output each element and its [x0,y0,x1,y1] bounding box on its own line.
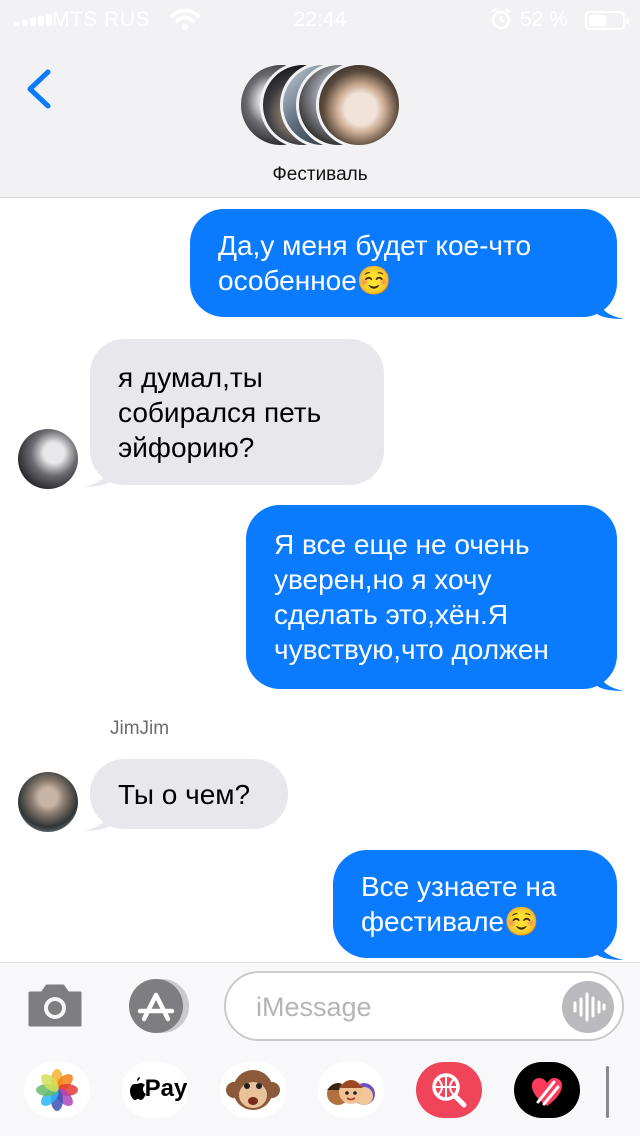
app-drawer: Pay [0,1048,640,1136]
sender-name: JimJim [110,718,170,739]
message-text-line: Все узнаете на [361,871,557,902]
camera-icon[interactable] [26,981,84,1029]
battery-icon [585,11,629,30]
digital-touch-heart-icon[interactable] [514,1062,580,1118]
app-store-icon[interactable] [124,977,192,1035]
incoming-message-bubble[interactable]: я думал,ты собирался петь эйфорию? [83,339,384,487]
memoji-stickers-icon[interactable] [318,1062,384,1118]
conversation-header: MTS RUS 22:44 52 % Фестиваль [0,0,640,198]
bubble-tail [596,930,624,960]
drawer-divider [606,1066,609,1118]
apple-pay-label: Pay [144,1075,188,1102]
bubble-tail [596,289,624,319]
monkey-animoji-icon[interactable] [220,1062,286,1118]
group-avatar-stack[interactable] [238,62,402,148]
group-member-avatar [316,62,402,148]
message-input[interactable] [256,987,546,1027]
message-text-line: Ты о чем? [118,778,251,810]
apple-pay-icon[interactable]: Pay [122,1062,188,1118]
sender-avatar[interactable] [18,429,78,489]
sender-avatar[interactable] [18,772,78,832]
message-text-line: собирался петь [118,396,322,428]
web-search-icon[interactable] [416,1062,482,1118]
message-list[interactable]: Да,у меня будет кое-что особенное☺️ я ду… [0,199,640,962]
outgoing-message-bubble[interactable]: Все узнаете на фестивале☺️ [333,850,624,960]
message-text-line: уверен,но я хочу [274,564,492,595]
audio-waveform-icon[interactable] [562,981,614,1033]
status-bar: MTS RUS 22:44 52 % [0,0,640,40]
group-name[interactable]: Фестиваль [0,164,640,186]
photos-icon[interactable] [24,1062,90,1118]
battery-percentage: 52 % [520,8,568,31]
incoming-message-bubble[interactable]: Ты о чем? [83,759,288,831]
bubble-tail [83,801,111,831]
message-text-line: чувствую,что должен [274,634,549,665]
alarm-clock-icon [491,8,511,30]
chevron-left-icon[interactable] [22,66,56,112]
outgoing-message-bubble[interactable]: Я все еще не очень уверен,но я хочу сдел… [246,505,624,691]
message-text-line: эйфорию? [118,431,255,463]
message-text-line: Да,у меня будет кое-что [218,230,532,261]
outgoing-message-bubble[interactable]: Да,у меня будет кое-что особенное☺️ [190,209,624,319]
bubble-tail [83,457,111,487]
message-text-line: Я все еще не очень [274,529,530,560]
bubble-tail [596,661,624,691]
message-text-line: я думал,ты [118,361,263,393]
message-input-bar [0,962,640,1048]
message-text-line: сделать это,хён.Я [274,599,509,630]
message-text-line: фестивале☺️ [361,906,539,937]
message-text-line: особенное☺️ [218,265,392,296]
message-field[interactable] [224,971,624,1041]
